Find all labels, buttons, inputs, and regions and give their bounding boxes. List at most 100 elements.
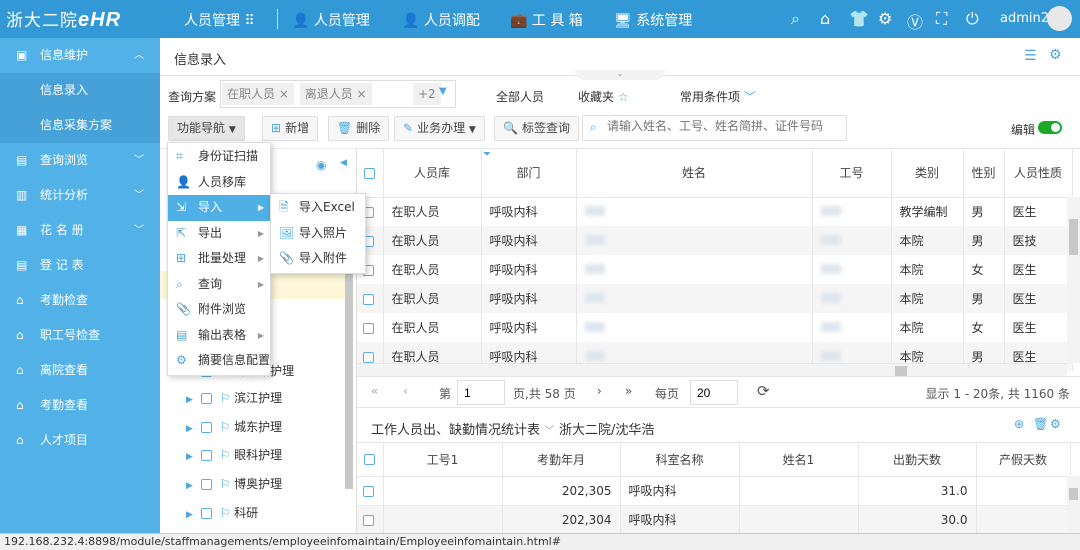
table-row[interactable]: 在职人员 呼吸内科 本院女医生 bbox=[357, 313, 1073, 342]
menu-item-paperclip[interactable]: 📎 附件浏览 bbox=[168, 297, 270, 323]
column-header[interactable]: 科室名称 bbox=[620, 443, 740, 476]
nav-system[interactable]: 🖥 系统管理 bbox=[614, 10, 692, 30]
sidebar-item-leave-view[interactable]: ⌂ 离院查看 bbox=[0, 353, 160, 388]
search-input[interactable] bbox=[607, 119, 842, 133]
search-field[interactable]: ⌕ bbox=[582, 115, 847, 141]
list-icon[interactable]: ☰ bbox=[1024, 48, 1037, 64]
sidebar-item-talent[interactable]: ⌂ 人才项目 bbox=[0, 423, 160, 458]
refresh-icon[interactable]: ⟳ bbox=[757, 382, 770, 400]
tag-query-button[interactable]: 🔍 标签查询 bbox=[494, 116, 579, 141]
next-page-icon[interactable]: › bbox=[597, 384, 602, 398]
row-checkbox[interactable] bbox=[363, 485, 374, 497]
locate-icon[interactable]: ◉ bbox=[316, 158, 326, 172]
menu-item-config[interactable]: ⚙ 摘要信息配置 bbox=[168, 348, 270, 374]
delete-button[interactable]: 🗑 删除 bbox=[328, 116, 390, 141]
last-page-icon[interactable]: » bbox=[625, 384, 632, 398]
row-checkbox[interactable] bbox=[363, 351, 374, 363]
menu-item-query[interactable]: ⌕ 查询 ▶ bbox=[168, 272, 270, 298]
tree-checkbox[interactable] bbox=[200, 393, 212, 404]
column-header[interactable]: 类别 bbox=[891, 149, 964, 197]
fullscreen-icon[interactable]: ⛶ bbox=[936, 9, 947, 29]
home-icon[interactable]: ⌂ bbox=[820, 9, 830, 28]
column-header[interactable]: 考勤年月 bbox=[502, 443, 621, 476]
search-icon[interactable]: ⌕ bbox=[791, 9, 800, 29]
collapse-left-icon[interactable]: ◀ bbox=[340, 158, 347, 168]
expand-icon[interactable]: ▶ bbox=[186, 424, 193, 434]
common-conditions[interactable]: 常用条件项 ﹀ bbox=[680, 88, 756, 105]
collapse-handle[interactable]: ⌄ bbox=[575, 70, 665, 80]
sidebar-item-query[interactable]: ▤ 查询浏览 ﹀ bbox=[0, 143, 160, 178]
sidebar-item-stats[interactable]: ▥ 统计分析 ﹀ bbox=[0, 178, 160, 213]
column-header[interactable]: 性别 bbox=[963, 149, 1005, 197]
filter-icon[interactable]: ⏷ bbox=[483, 149, 491, 160]
tree-scrollbar[interactable] bbox=[345, 269, 353, 489]
expand-icon[interactable]: ▶ bbox=[186, 510, 193, 520]
select-all-checkbox[interactable] bbox=[364, 167, 376, 179]
tree-item[interactable]: ▶ ⚐ 眼科护理 bbox=[160, 441, 345, 469]
tree-checkbox[interactable] bbox=[200, 508, 212, 519]
submenu-item[interactable]: 🖼 导入照片 bbox=[271, 221, 365, 247]
caret-down-icon[interactable]: ▼ bbox=[439, 86, 447, 97]
module-menu[interactable]: 人员管理 ⠿ bbox=[184, 10, 255, 30]
column-header[interactable]: 产假天数 bbox=[976, 443, 1071, 476]
column-header[interactable]: 人员库 bbox=[383, 149, 482, 197]
sidebar-item-info-collection[interactable]: 信息采集方案 bbox=[0, 108, 160, 143]
trash-icon[interactable]: 🗑 bbox=[1033, 417, 1048, 431]
function-nav-button[interactable]: 功能导航 ▼ bbox=[168, 116, 245, 141]
username[interactable]: admin2 bbox=[1000, 11, 1049, 26]
tree-checkbox[interactable] bbox=[200, 422, 212, 433]
table-row[interactable]: 202,304 呼吸内科 30.0 bbox=[357, 505, 1071, 533]
sidebar-item-attendance-view[interactable]: ⌂ 考勤查看 bbox=[0, 388, 160, 423]
tree-checkbox[interactable] bbox=[200, 450, 212, 461]
more-tags[interactable]: +2 bbox=[413, 83, 441, 105]
column-header[interactable]: 姓名 bbox=[576, 149, 813, 197]
sidebar-item-staffid-check[interactable]: ⌂ 职工号检查 bbox=[0, 318, 160, 353]
row-checkbox[interactable] bbox=[363, 514, 374, 526]
vertical-scrollbar[interactable] bbox=[1067, 197, 1080, 363]
menu-item-export[interactable]: ⇱ 导出 ▶ bbox=[168, 221, 270, 247]
select-all-checkbox[interactable] bbox=[364, 454, 376, 466]
nav-staff-management[interactable]: 👤 人员管理 bbox=[292, 10, 370, 30]
submenu-item[interactable]: 📎 导入附件 bbox=[271, 246, 365, 272]
sidebar-item-register[interactable]: ▤ 登 记 表 bbox=[0, 248, 160, 283]
report-select[interactable]: 工作人员出、缺勤情况统计表 ﹀ bbox=[371, 419, 554, 438]
avatar[interactable] bbox=[1047, 6, 1072, 31]
column-header[interactable]: 工号 bbox=[812, 149, 892, 197]
row-checkbox[interactable] bbox=[363, 322, 374, 334]
sidebar-item-roster[interactable]: ▦ 花 名 册 ﹀ bbox=[0, 213, 160, 248]
shirt-icon[interactable]: 👕 bbox=[849, 9, 869, 28]
all-staff-link[interactable]: 全部人员 bbox=[496, 88, 544, 105]
expand-icon[interactable]: ▶ bbox=[186, 452, 193, 462]
table-row[interactable]: 在职人员 呼吸内科 教学编制男医生 bbox=[357, 197, 1073, 226]
menu-item-id-scan[interactable]: ⌗ 身份证扫描 bbox=[168, 144, 270, 170]
edit-toggle[interactable] bbox=[1038, 121, 1062, 134]
column-header[interactable]: 出勤天数 bbox=[858, 443, 977, 476]
tree-item[interactable]: ▶ ⚐ 博奥护理 bbox=[160, 470, 345, 498]
page-input[interactable] bbox=[457, 380, 505, 405]
menu-item-import[interactable]: ⇲ 导入 ▶ bbox=[168, 195, 270, 221]
nav-toolbox[interactable]: 💼 工 具 箱 bbox=[510, 10, 583, 30]
sidebar-item-info-maintain[interactable]: ▣ 信息维护 ︿ bbox=[0, 38, 160, 73]
v-icon[interactable]: Ⓥ bbox=[907, 9, 923, 33]
vertical-scrollbar[interactable] bbox=[1067, 476, 1080, 533]
row-checkbox[interactable] bbox=[363, 293, 374, 305]
query-scheme-select[interactable]: 在职人员 × 离退人员 × +2 ▼ bbox=[220, 80, 456, 108]
business-button[interactable]: ✎ 业务办理 ▼ bbox=[394, 116, 485, 141]
tag-active[interactable]: 在职人员 × bbox=[222, 83, 294, 105]
favorites-link[interactable]: 收藏夹 ☆ bbox=[578, 88, 629, 105]
column-header[interactable]: 工号1 bbox=[383, 443, 503, 476]
menu-item-table-output[interactable]: ▤ 输出表格 ▶ bbox=[168, 323, 270, 349]
horizontal-scrollbar[interactable] bbox=[357, 363, 1067, 376]
tree-item[interactable]: ▶ ⚐ 滨江护理 bbox=[160, 384, 345, 412]
tree-checkbox[interactable] bbox=[200, 479, 212, 490]
tree-item[interactable]: ▶ ⚐ 城东护理 bbox=[160, 413, 345, 441]
sidebar-item-attendance-check[interactable]: ⌂ 考勤检查 bbox=[0, 283, 160, 318]
add-button[interactable]: ⊞ 新增 bbox=[262, 116, 319, 141]
nav-staff-transfer[interactable]: 👤 人员调配 bbox=[402, 10, 480, 30]
column-header[interactable]: 部门 bbox=[481, 149, 577, 197]
tag-retired[interactable]: 离退人员 × bbox=[299, 83, 372, 105]
settings-icon[interactable]: ⚙ bbox=[1049, 47, 1062, 63]
table-row[interactable]: 202,305 呼吸内科 31.0 bbox=[357, 476, 1071, 505]
add-circle-icon[interactable]: ⊕ bbox=[1014, 417, 1024, 431]
menu-item-batch[interactable]: ⊞ 批量处理 ▶ bbox=[168, 246, 270, 272]
